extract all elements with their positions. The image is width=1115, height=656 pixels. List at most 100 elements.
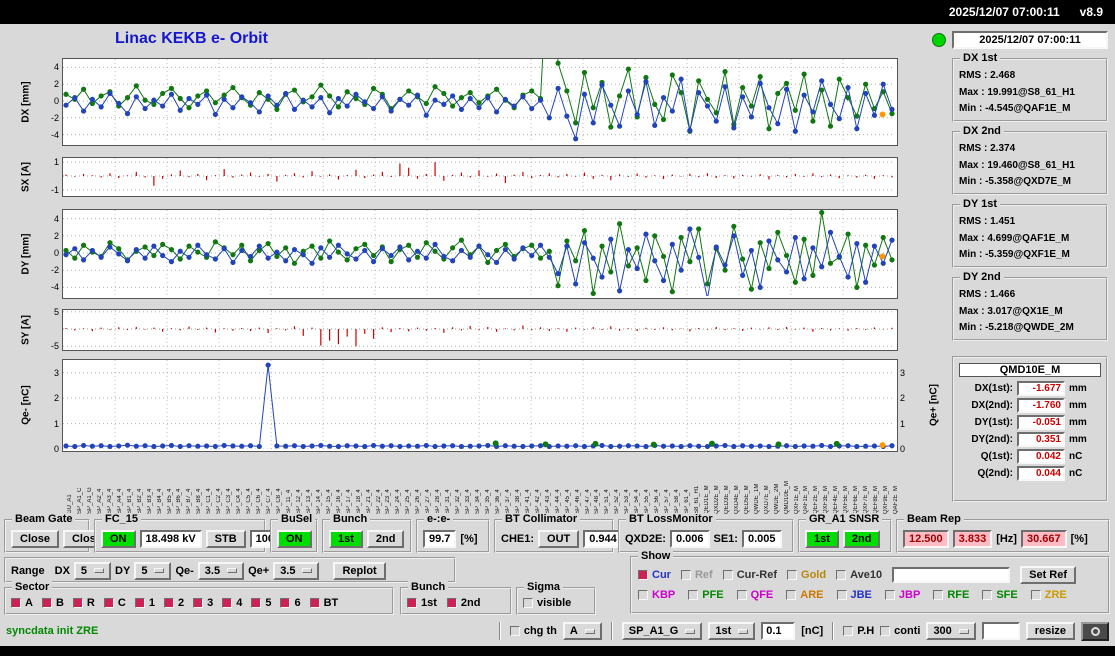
busel-on-button[interactable]: ON: [277, 530, 312, 548]
checkbox-label: 1: [148, 596, 155, 609]
checkbox-pfe[interactable]: PFE: [688, 589, 724, 601]
snsr-2nd-button[interactable]: 2nd: [842, 530, 881, 548]
checkbox-jbp[interactable]: JBP: [884, 589, 921, 601]
checkbox-1st[interactable]: 1st: [407, 597, 437, 609]
checkbox-bt[interactable]: BT: [309, 597, 338, 609]
x-tick-label: SP_47_4: [584, 489, 591, 514]
checkbox-cur[interactable]: Cur: [638, 569, 671, 581]
checkbox-sfe[interactable]: SFE: [982, 589, 1018, 601]
x-tick-label: QXD4E_M: [733, 485, 740, 514]
optionmenu-indicator-icon: [738, 628, 749, 634]
x-tick-label: SP_B3_4: [146, 488, 153, 514]
checkbox-5[interactable]: 5: [251, 597, 271, 609]
x-tick-label: SP_45_4: [564, 489, 571, 514]
range-dy-select[interactable]: 5: [134, 561, 172, 580]
qmd-value: -0.051: [1017, 415, 1065, 430]
checkbox-indicator: [103, 597, 114, 608]
checkbox-4[interactable]: 4: [222, 597, 242, 609]
checkbox-label: JBP: [898, 589, 921, 601]
beam-rep-pct-unit: [%]: [1070, 533, 1088, 545]
checkbox-indicator: [786, 590, 797, 600]
checkbox-indicator: [193, 597, 204, 608]
ref-file-input[interactable]: [892, 567, 1011, 583]
beam-gate-title: Beam Gate: [12, 513, 76, 525]
checkbox-r[interactable]: R: [72, 597, 95, 609]
sigma-title: Sigma: [524, 581, 564, 593]
y-tick-label: 1: [900, 418, 906, 429]
checkbox-rfe[interactable]: RFE: [933, 589, 969, 601]
checkbox-6[interactable]: 6: [280, 597, 301, 609]
bunch-select[interactable]: 1st: [708, 622, 756, 640]
y-tick-label: -4: [50, 129, 59, 140]
checkbox-2[interactable]: 2: [163, 597, 184, 609]
checkbox-kbp[interactable]: KBP: [638, 589, 675, 601]
che1-out-button[interactable]: OUT: [538, 530, 580, 548]
page-title: Linac KEKB e- Orbit: [115, 30, 268, 47]
range-qe-minus-select[interactable]: 3.5: [197, 561, 245, 580]
screenshot-button[interactable]: [1081, 621, 1109, 641]
optionmenu-indicator-icon: [302, 568, 313, 573]
checkbox-conti[interactable]: conti: [880, 625, 920, 637]
dx-plot: 4 2 0 -2 -4: [51, 58, 898, 146]
x-tick-label: SP_11_4: [285, 489, 292, 514]
checkbox-a[interactable]: A: [11, 597, 33, 609]
checkbox-indicator: [787, 570, 798, 580]
checkbox-jbe[interactable]: JBE: [836, 589, 872, 601]
x-tick-label: QED3E_M: [723, 485, 730, 514]
range-qe-plus-select[interactable]: 3.5: [273, 561, 320, 580]
checkbox-are[interactable]: ARE: [786, 589, 824, 601]
checkbox-indicator: [251, 597, 262, 608]
app-window: 2025/12/07 07:00:11 v8.9 Linac KEKB e- O…: [0, 0, 1115, 656]
checkbox-qfe[interactable]: QFE: [736, 589, 773, 601]
blank-input[interactable]: [981, 622, 1020, 640]
interval-select[interactable]: 300: [926, 622, 976, 640]
snsr-1st-button[interactable]: 1st: [805, 530, 839, 548]
checkbox-indicator: [982, 590, 993, 600]
qmd-label: DX(2nd):: [971, 400, 1013, 411]
checkbox-2nd[interactable]: 2nd: [446, 597, 480, 609]
checkbox-3[interactable]: 3: [193, 597, 213, 609]
checkbox-label: Ref: [694, 569, 713, 581]
qmd-value: 0.042: [1017, 449, 1065, 464]
sector-select[interactable]: A: [562, 622, 602, 640]
y-tick-label: 1: [53, 418, 59, 429]
x-tick-label: SP_35_4: [484, 489, 491, 514]
bunch-1st-button[interactable]: 1st: [329, 530, 363, 548]
replot-button[interactable]: Replot: [333, 561, 386, 580]
x-tick-label: QXF5E_M: [843, 485, 850, 514]
x-tick-label: S8_61_H1: [693, 485, 700, 514]
x-tick-label: SP_52_4: [614, 489, 621, 514]
stat-line: Min : -4.545@QAF1E_M: [959, 103, 1071, 114]
checkbox-gold[interactable]: Gold: [787, 569, 826, 581]
bpm-select[interactable]: SP_A1_G: [621, 622, 703, 640]
checkbox-cur-ref[interactable]: Cur-Ref: [722, 569, 777, 581]
stat-group-title: DY 1st: [960, 198, 1001, 210]
x-tick-label: SP_31_4: [445, 489, 452, 514]
bunch-2nd-button[interactable]: 2nd: [366, 530, 405, 548]
y-tick-label: 0: [53, 444, 59, 454]
checkbox-1[interactable]: 1: [134, 596, 155, 609]
stat-line: Min : -5.359@QXF1E_M: [959, 249, 1070, 260]
x-tick-label: QAF1E_M: [803, 485, 810, 514]
checkbox-ref[interactable]: Ref: [680, 569, 713, 581]
fc15-stb-button[interactable]: STB: [205, 530, 246, 548]
fc15-on-button[interactable]: ON: [101, 530, 136, 548]
resize-button[interactable]: resize: [1025, 622, 1075, 640]
checkbox-zre[interactable]: ZRE: [1030, 589, 1067, 601]
se1-label: SE1:: [713, 533, 738, 545]
x-tick-label: QXD2E_M: [713, 485, 720, 514]
checkbox-ave10[interactable]: Ave10: [836, 569, 882, 581]
checkbox-indicator: [638, 570, 648, 580]
titlebar: 2025/12/07 07:00:11 v8.9: [0, 0, 1115, 24]
range-dx-select[interactable]: 5: [73, 561, 112, 580]
checkbox-label: chg th: [523, 625, 557, 637]
checkbox-p-h[interactable]: P.H: [843, 625, 874, 637]
set-ref-button[interactable]: Set Ref: [1020, 566, 1077, 584]
checkbox-visible[interactable]: visible: [523, 597, 571, 609]
beam-gate-close-1-button[interactable]: Close: [11, 530, 59, 548]
checkbox-chg-th[interactable]: chg th: [509, 625, 557, 637]
checkbox-c[interactable]: C: [103, 597, 126, 609]
qmd-row: DX(1st): -1.677 mm: [959, 381, 1101, 396]
threshold-input[interactable]: [761, 622, 796, 640]
checkbox-b[interactable]: B: [41, 597, 64, 609]
